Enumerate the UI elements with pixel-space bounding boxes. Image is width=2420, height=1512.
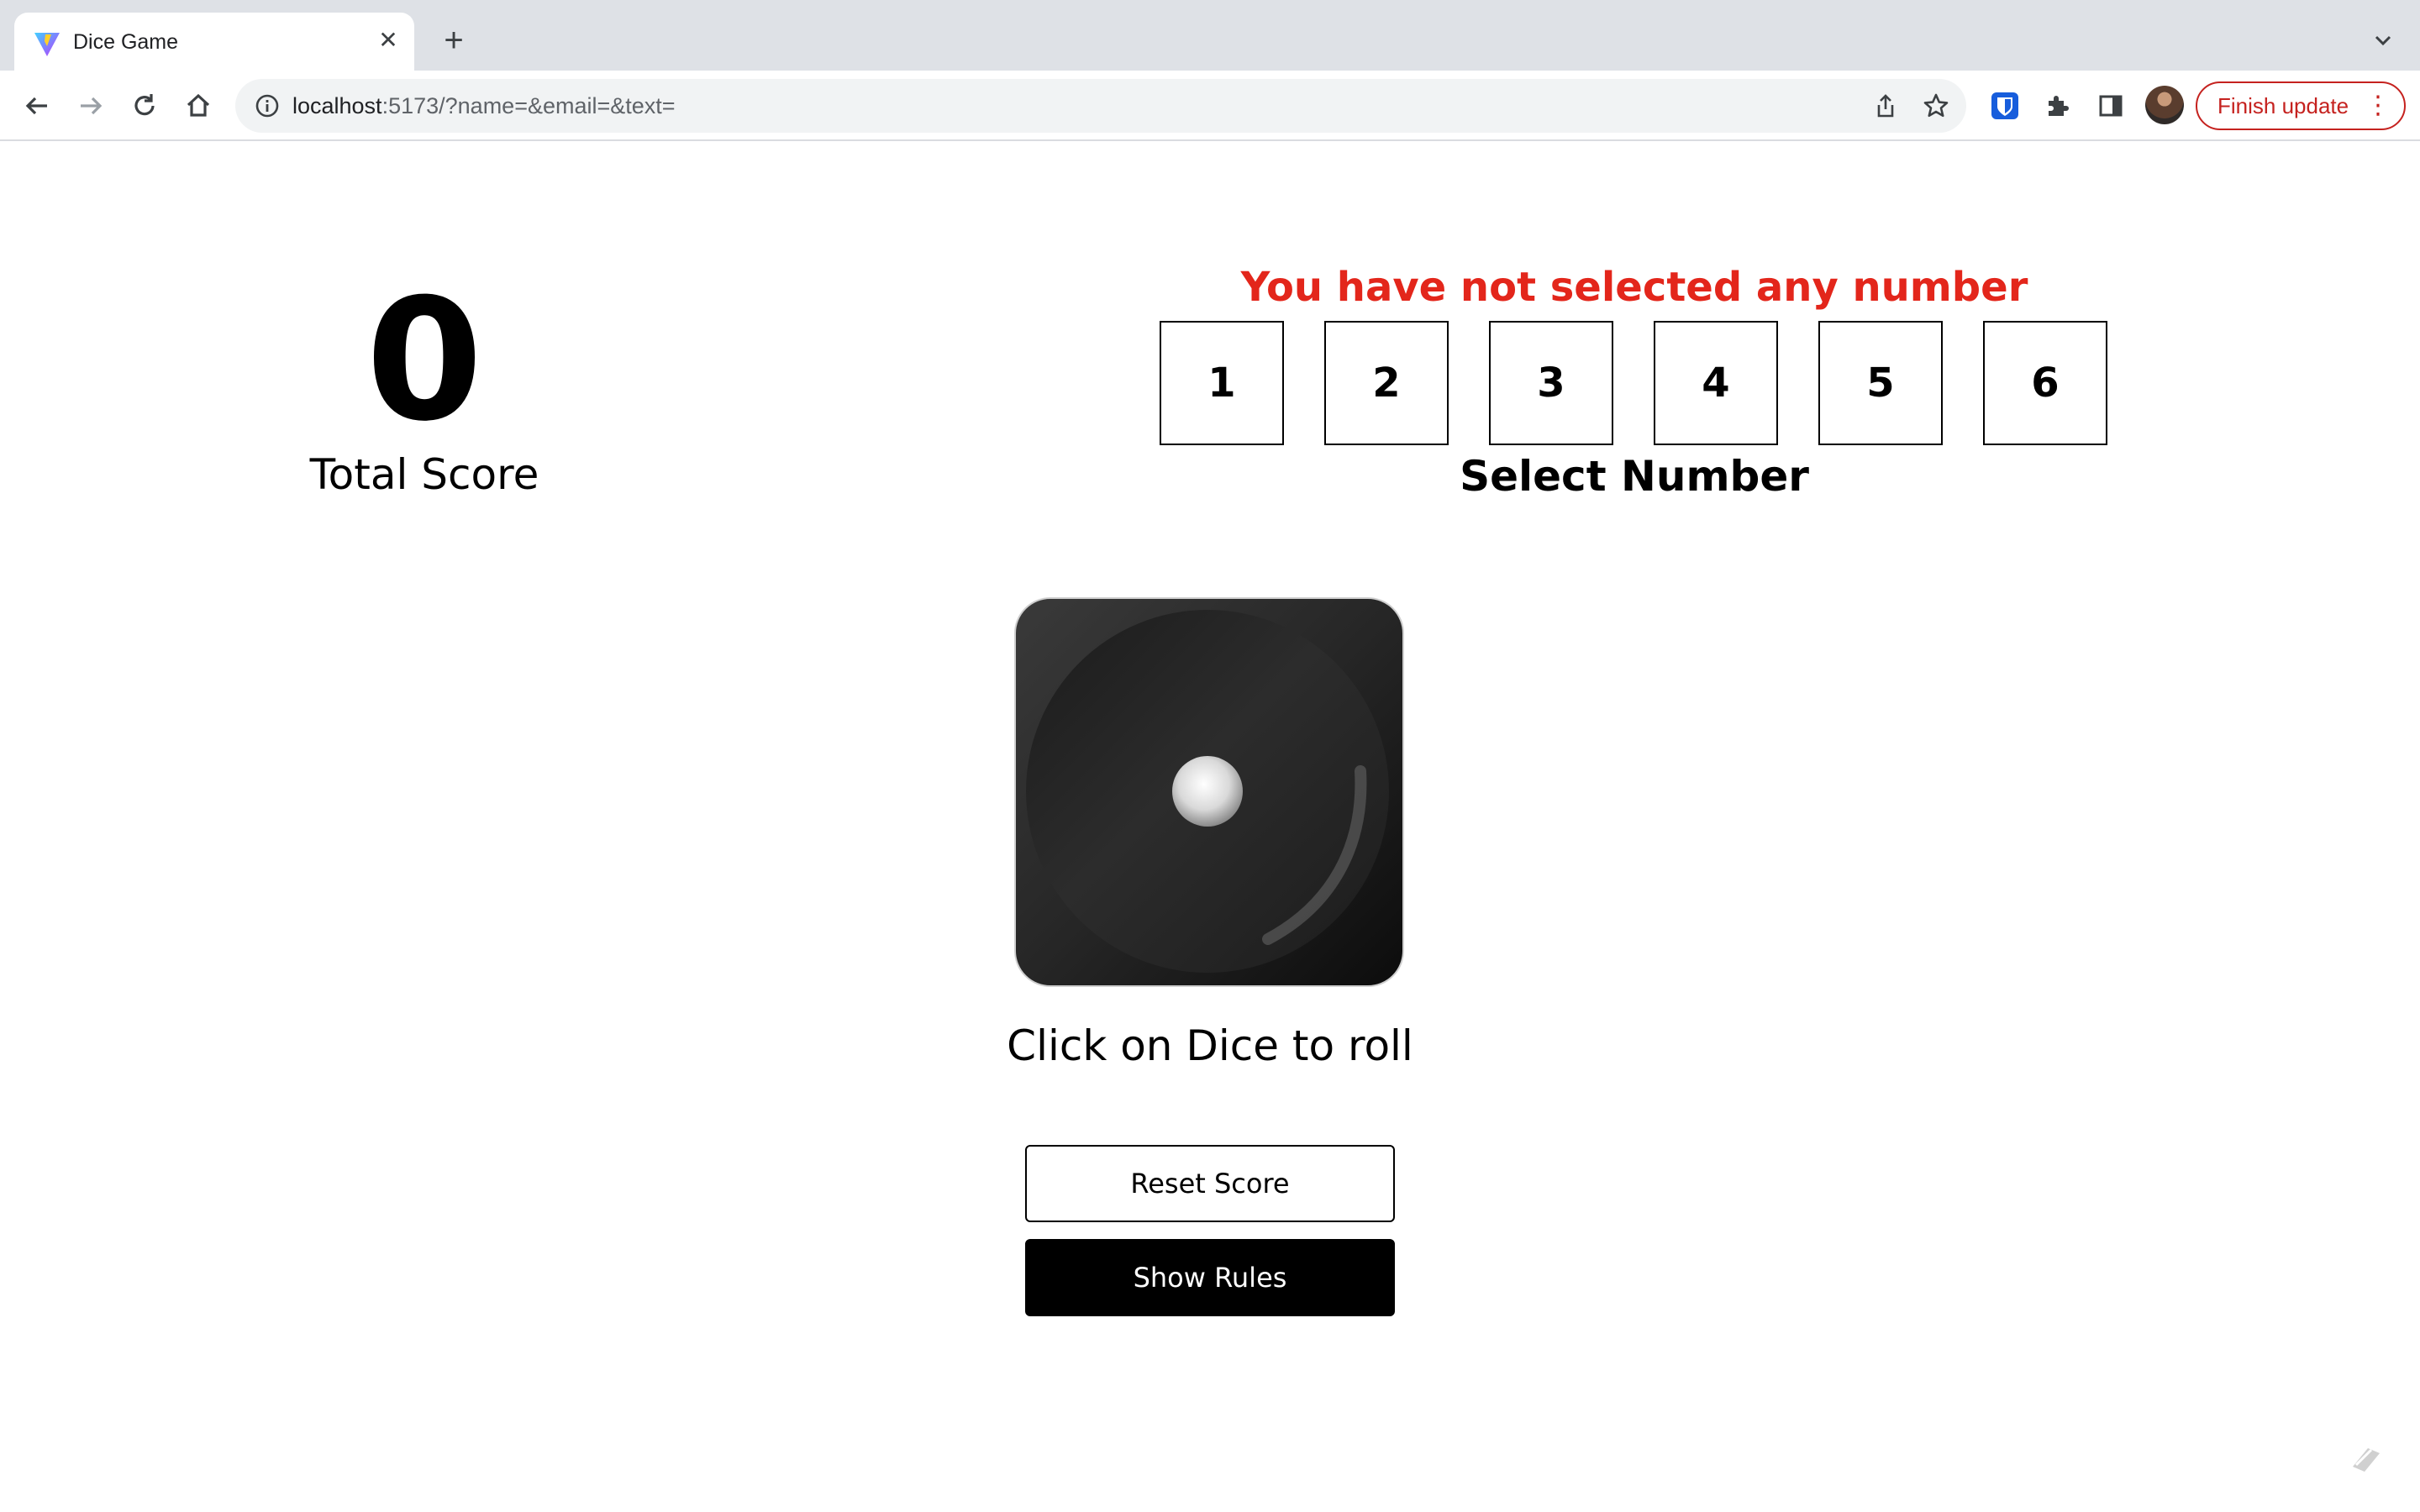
feather-icon [2353,1448,2380,1472]
side-panel-icon[interactable] [2092,87,2129,124]
plus-icon[interactable]: + [439,24,469,57]
forward-arrow-icon[interactable] [72,87,109,124]
total-score-panel: 0 Total Score [260,269,588,504]
extensions-icon[interactable] [2039,87,2075,124]
number-box-1[interactable]: 1 [1160,321,1284,445]
error-message: You have not selected any number [1240,264,2028,311]
avatar[interactable] [2145,86,2184,124]
url-path: :5173/?name=&email=&text= [381,93,676,118]
tab-strip: Dice Game ✕ + [0,0,2420,71]
browser-toolbar: localhost:5173/?name=&email=&text= Finis… [0,71,2420,141]
url-host: localhost [292,93,382,118]
number-box-3[interactable]: 3 [1489,321,1613,445]
star-icon[interactable] [1921,91,1951,121]
score-label: Total Score [309,450,539,499]
number-box-6[interactable]: 6 [1983,321,2107,445]
number-box-5[interactable]: 5 [1818,321,1943,445]
vite-logo-icon [34,33,60,56]
tab-dice-game[interactable]: Dice Game ✕ [14,13,414,71]
more-vert-icon[interactable]: ⋮ [2365,83,2391,129]
close-icon[interactable]: ✕ [374,26,402,55]
dice-image[interactable] [1012,595,1407,990]
reload-icon[interactable] [126,87,163,124]
back-arrow-icon[interactable] [18,87,55,124]
reset-score-button[interactable]: Reset Score [1025,1145,1395,1222]
score-value: 0 [366,263,483,459]
info-icon[interactable] [254,92,281,119]
tab-title: Dice Game [73,30,179,54]
number-options: 1 2 3 4 5 6 [1160,321,2109,445]
dice-caption: Click on Dice to roll [1007,1021,1413,1070]
number-box-4[interactable]: 4 [1654,321,1778,445]
share-icon[interactable] [1870,91,1901,121]
dice-game-page: 0 Total Score You have not selected any … [0,143,2420,1512]
select-number-label: Select Number [1460,452,1809,501]
chevron-down-icon[interactable] [2371,29,2395,52]
finish-update-label: Finish update [2217,93,2349,118]
number-box-2[interactable]: 2 [1324,321,1449,445]
show-rules-button[interactable]: Show Rules [1025,1239,1395,1316]
home-icon[interactable] [180,87,217,124]
bitwarden-icon[interactable] [1986,87,2023,124]
address-bar[interactable]: localhost:5173/?name=&email=&text= [235,79,1966,133]
finish-update-button[interactable]: Finish update ⋮ [2196,81,2406,130]
url-text: localhost:5173/?name=&email=&text= [292,92,676,120]
